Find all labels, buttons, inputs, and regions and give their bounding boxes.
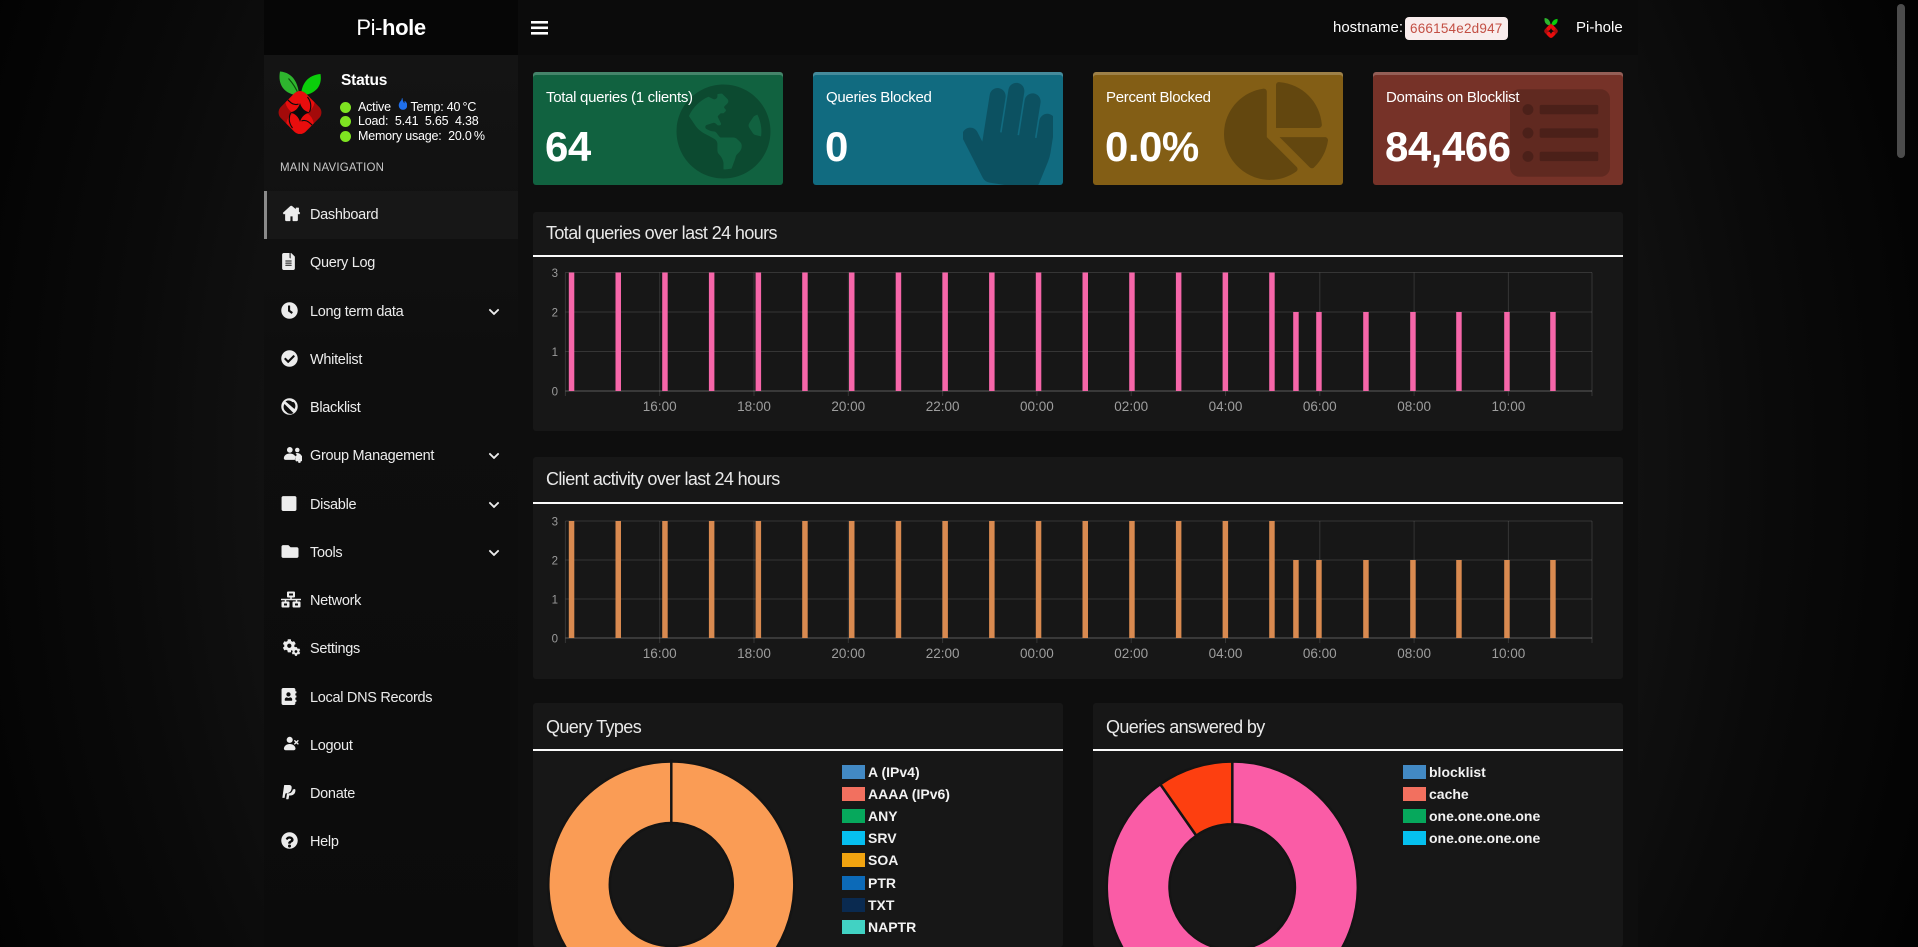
- svg-text:02:00: 02:00: [1114, 399, 1148, 414]
- svg-text:02:00: 02:00: [1114, 646, 1148, 661]
- svg-text:20:00: 20:00: [831, 399, 865, 414]
- svg-text:2: 2: [552, 307, 558, 319]
- svg-text:1: 1: [552, 347, 558, 359]
- svg-text:22:00: 22:00: [926, 646, 960, 661]
- svg-text:04:00: 04:00: [1209, 399, 1243, 414]
- svg-text:06:00: 06:00: [1303, 646, 1337, 661]
- svg-text:3: 3: [552, 268, 558, 280]
- svg-text:18:00: 18:00: [737, 399, 771, 414]
- svg-text:2: 2: [552, 555, 558, 567]
- svg-text:16:00: 16:00: [643, 646, 677, 661]
- svg-text:08:00: 08:00: [1397, 399, 1431, 414]
- svg-text:10:00: 10:00: [1492, 646, 1526, 661]
- svg-text:08:00: 08:00: [1397, 646, 1431, 661]
- svg-text:00:00: 00:00: [1020, 399, 1054, 414]
- svg-text:10:00: 10:00: [1492, 399, 1526, 414]
- svg-text:06:00: 06:00: [1303, 399, 1337, 414]
- svg-text:0: 0: [552, 386, 558, 398]
- svg-text:22:00: 22:00: [926, 399, 960, 414]
- svg-text:0: 0: [552, 633, 558, 645]
- svg-text:20:00: 20:00: [831, 646, 865, 661]
- svg-text:3: 3: [552, 516, 558, 528]
- svg-text:1: 1: [552, 594, 558, 606]
- svg-text:16:00: 16:00: [643, 399, 677, 414]
- svg-text:04:00: 04:00: [1209, 646, 1243, 661]
- svg-text:18:00: 18:00: [737, 646, 771, 661]
- svg-text:00:00: 00:00: [1020, 646, 1054, 661]
